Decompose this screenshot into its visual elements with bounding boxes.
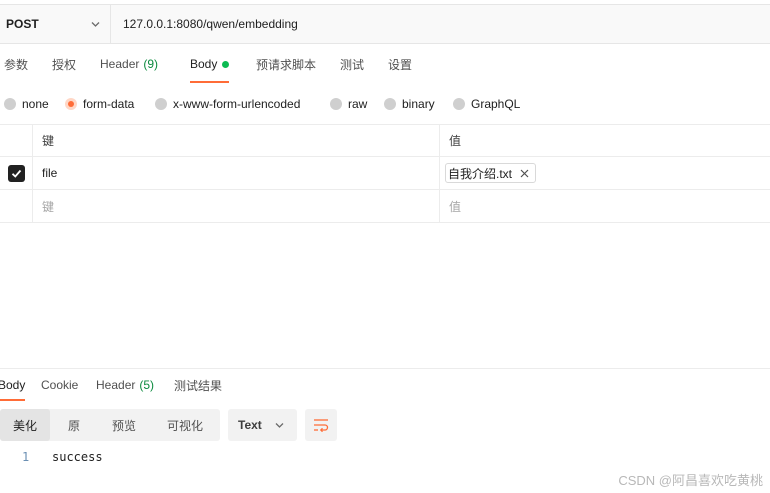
tab-tests[interactable]: 测试 (340, 44, 364, 84)
new-value-input[interactable]: 值 (440, 190, 770, 222)
tab-authorization[interactable]: 授权 (52, 44, 76, 84)
table-row-new: 键 值 (0, 190, 770, 223)
tab-label: Body (0, 378, 26, 392)
radio-binary[interactable]: binary (384, 84, 435, 124)
key-column-header: 键 (33, 125, 440, 156)
tab-label: Body (190, 57, 218, 71)
tab-label: 授权 (52, 57, 77, 72)
wrap-lines-icon (314, 419, 329, 432)
radio-circle (453, 98, 465, 110)
radio-label: binary (402, 97, 435, 111)
response-toolbar: 美化 原 预览 可视化 Text (0, 409, 770, 441)
view-mode-raw[interactable]: 原 (50, 409, 98, 441)
tab-label: 测试结果 (174, 378, 223, 393)
radio-x-www-form-urlencoded[interactable]: x-www-form-urlencoded (155, 84, 300, 124)
tab-label: 预请求脚本 (256, 57, 317, 72)
view-mode-segmented-control: 美化 原 预览 可视化 (0, 409, 220, 441)
radio-circle (4, 98, 16, 110)
header-check-cell (0, 125, 33, 156)
radio-form-data[interactable]: form-data (65, 84, 134, 124)
radio-none[interactable]: none (4, 84, 49, 124)
radio-label: form-data (83, 97, 135, 111)
radio-label: none (22, 97, 49, 111)
chevron-down-icon (275, 423, 284, 428)
radio-circle (155, 98, 167, 110)
tab-body[interactable]: Body (190, 44, 230, 84)
row-check-cell (0, 190, 33, 222)
view-mode-preview[interactable]: 预览 (98, 409, 150, 441)
body-status-dot (222, 60, 230, 68)
radio-label: x-www-form-urlencoded (173, 97, 301, 111)
tab-pre-request-script[interactable]: 预请求脚本 (256, 44, 316, 84)
response-body-viewer: 1 success (0, 450, 770, 470)
tab-params[interactable]: 参数 (4, 44, 28, 84)
value-column-header: 值 (449, 134, 462, 148)
header-count: (5) (139, 378, 155, 392)
tab-settings[interactable]: 设置 (388, 44, 412, 84)
tab-label: 设置 (388, 57, 413, 72)
response-tabs: Body Cookie Header (5) 测试结果 (0, 369, 770, 401)
watermark: CSDN @阿昌喜欢吃黄桃 (618, 473, 763, 488)
response-text: success (52, 450, 103, 464)
url-input[interactable]: 127.0.0.1:8080/qwen/embedding (111, 5, 770, 43)
file-name: 自我介绍.txt (448, 166, 513, 181)
key-input[interactable]: file (33, 157, 440, 189)
response-tab-body[interactable]: Body (0, 369, 26, 401)
radio-circle-selected (65, 98, 77, 110)
request-url-bar: POST 127.0.0.1:8080/qwen/embedding (0, 4, 770, 44)
file-chip[interactable]: 自我介绍.txt (445, 163, 537, 183)
tab-label: Cookie (41, 378, 79, 392)
table-header-row: 键 值 (0, 124, 770, 157)
check-icon (11, 169, 21, 178)
body-type-radio-group: none form-data x-www-form-urlencoded raw… (0, 84, 770, 124)
response-tab-test-results[interactable]: 测试结果 (174, 369, 222, 401)
radio-circle (330, 98, 342, 110)
form-data-table: 键 值 file 自我介绍.txt 键 值 (0, 124, 770, 223)
tab-label: 测试 (340, 57, 365, 72)
format-label: Text (238, 418, 262, 432)
view-mode-visualize[interactable]: 可视化 (150, 409, 220, 441)
chevron-down-icon (91, 22, 100, 27)
response-tab-cookie[interactable]: Cookie (41, 369, 78, 401)
row-enabled-checkbox[interactable] (7, 164, 25, 182)
tab-label: 参数 (4, 57, 29, 72)
new-key-input[interactable]: 键 (33, 190, 440, 222)
tab-headers[interactable]: Header (9) (100, 44, 158, 84)
radio-raw[interactable]: raw (330, 84, 367, 124)
wrap-lines-button[interactable] (305, 409, 337, 441)
table-row: file 自我介绍.txt (0, 157, 770, 190)
radio-graphql[interactable]: GraphQL (453, 84, 520, 124)
line-number: 1 (22, 450, 30, 464)
method-label: POST (6, 17, 39, 31)
value-cell: 自我介绍.txt (440, 157, 770, 189)
close-icon[interactable] (520, 169, 529, 178)
request-tabs: 参数 授权 Header (9) Body 预请求脚本 测试 设置 (0, 44, 770, 84)
tab-label: Header (96, 378, 136, 392)
row-check-cell (0, 157, 33, 189)
tab-label: Header (100, 57, 140, 71)
format-select[interactable]: Text (228, 409, 297, 441)
method-select[interactable]: POST (0, 5, 111, 43)
header-count: (9) (143, 57, 159, 71)
radio-circle (384, 98, 396, 110)
view-mode-pretty[interactable]: 美化 (0, 409, 50, 441)
radio-label: raw (348, 97, 368, 111)
response-tab-headers[interactable]: Header (5) (96, 369, 154, 401)
radio-label: GraphQL (471, 97, 521, 111)
